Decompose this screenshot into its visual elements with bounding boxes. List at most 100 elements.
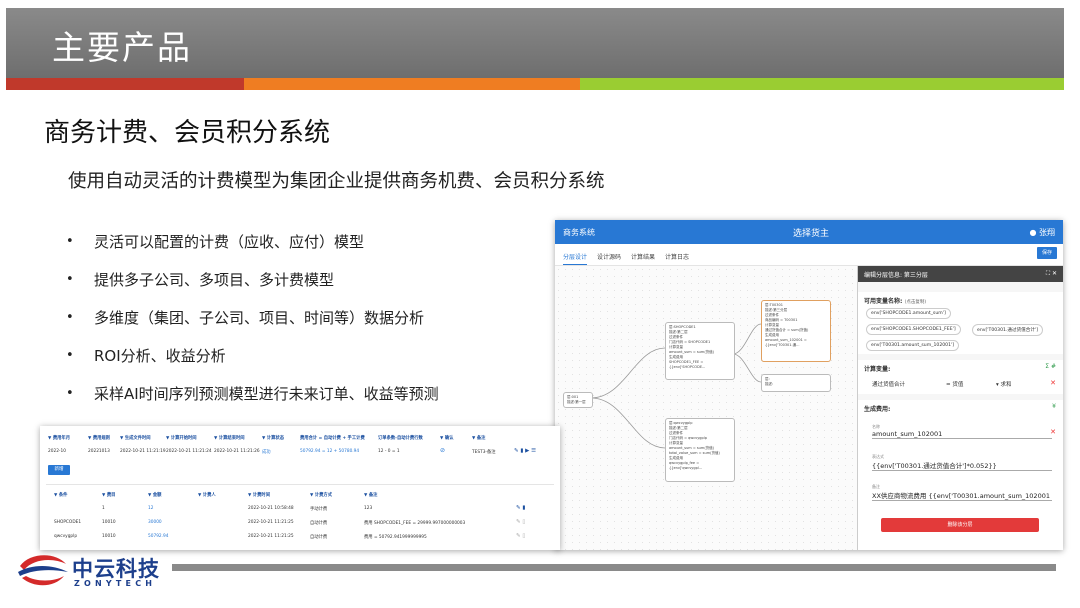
fee-expr-field[interactable]: 表达式 {{env['T00301.通过货值合计']*0.052}} bbox=[872, 454, 1052, 471]
billing-table-screenshot: ▼ 费用年月 ▼ 费用规则 ▼ 生成文件时间 ▼ 计算开始时间 ▼ 计算结束时间… bbox=[40, 426, 560, 550]
row-action-icons[interactable]: ✎ ▮ bbox=[516, 505, 525, 511]
row-action-icons[interactable]: ✎ ▯ bbox=[516, 533, 525, 539]
row-action-icons[interactable]: ✎ ▯ bbox=[516, 519, 525, 525]
layer-node-shopcode1[interactable]: 层:SHOPCODE1 描述:第二层 过滤条件 门店代码 = SHOPCODE1… bbox=[665, 322, 735, 380]
cell: qwcvygplp bbox=[54, 534, 78, 539]
var-chip[interactable]: env['SHOPCODE1.amount_sum'] bbox=[866, 308, 951, 319]
col-label: 计算状态 bbox=[266, 436, 284, 441]
node-line: 描述:第一层 bbox=[567, 400, 586, 404]
footer-bar bbox=[172, 564, 1056, 571]
cell: 10010 bbox=[102, 520, 116, 525]
col-header[interactable]: ▼ 计费人 bbox=[198, 492, 216, 498]
col-header: 费用合计 = 自动计费 + 手工计费 bbox=[300, 436, 365, 441]
save-button[interactable]: 保存 bbox=[1037, 247, 1057, 259]
panel-title: 编辑分层信息: 第三分层 bbox=[864, 272, 928, 279]
col-header[interactable]: ▼ 生成文件时间 bbox=[120, 435, 151, 441]
layer-node-qwcvygplp[interactable]: 层:qwcvygplp 描述:第二层 过滤条件 门店代码 = qwcvygplp… bbox=[665, 418, 735, 482]
col-header[interactable]: ▼ 费用年月 bbox=[48, 435, 70, 441]
remove-var-icon[interactable]: ✕ bbox=[1050, 379, 1056, 387]
feature-item: • 采样AI时间序列预测模型进行未来订单、收益等预测 bbox=[66, 382, 439, 420]
col-label: 费用年月 bbox=[52, 436, 70, 441]
feature-text: 采样AI时间序列预测模型进行未来订单、收益等预测 bbox=[94, 385, 439, 403]
cell: 12 - 0 = 1 bbox=[378, 449, 400, 454]
vars-label: 可用变量名称: bbox=[864, 298, 903, 305]
col-header[interactable]: ▼ 计费时间 bbox=[248, 492, 270, 498]
bullet-icon: • bbox=[66, 348, 74, 363]
delete-layer-button[interactable]: 删除该分层 bbox=[881, 518, 1039, 532]
node-line: amount_sum_102001 = {{env['T00301.通... bbox=[765, 338, 807, 347]
layer-node-empty[interactable]: 层: 描述: bbox=[761, 374, 831, 392]
accent-stripe-orange bbox=[244, 78, 580, 90]
app-header: 商务系统 选择货主 ● 张翔 bbox=[555, 220, 1063, 244]
table-row[interactable]: qwcvygplp 10010 50792.94 2022-10-21 11:2… bbox=[46, 531, 560, 542]
calc-var-agg[interactable]: ▾ 求和 bbox=[996, 380, 1012, 388]
add-fee-icon[interactable]: ¥ bbox=[1052, 403, 1056, 410]
calc-var-name[interactable]: 通过货值合计 bbox=[872, 380, 905, 388]
row-action-icons[interactable]: ✎ ▮ ▶ ☰ bbox=[514, 448, 536, 454]
panel-window-icons[interactable]: ⛶ ✕ bbox=[1046, 270, 1057, 278]
accent-stripe-red bbox=[6, 78, 244, 90]
calc-field[interactable]: 货值 bbox=[952, 382, 963, 388]
col-header[interactable]: ▼ 计费方式 bbox=[310, 492, 332, 498]
col-header[interactable]: ▼ 费目 bbox=[102, 492, 115, 498]
fee-label: 生成费用: bbox=[864, 406, 891, 413]
col-header[interactable]: ▼ 金额 bbox=[148, 492, 161, 498]
col-header[interactable]: ▼ 确认 bbox=[440, 435, 453, 441]
cell: 20221013 bbox=[88, 449, 110, 454]
feature-item: • 提供多子公司、多项目、多计费模型 bbox=[66, 268, 439, 306]
fee-note-field[interactable]: 备注 XX供应商物流费用 {{env['T00301.amount_sum_102… bbox=[872, 484, 1052, 501]
cell: 费用 SHOPCODE1_FEE = 29999.997000000003 bbox=[364, 521, 466, 526]
col-label: 金额 bbox=[152, 493, 162, 498]
tab-calc-log[interactable]: 计算日志 bbox=[665, 252, 689, 261]
table-header-row: ▼ 费用年月 ▼ 费用规则 ▼ 生成文件时间 ▼ 计算开始时间 ▼ 计算结束时间… bbox=[40, 432, 560, 443]
layer-node-t00301[interactable]: 层:T00301 描述:第三分层 过滤条件 商品编码 = T00301 计算变量… bbox=[761, 300, 831, 362]
new-button[interactable]: 新增 bbox=[48, 465, 70, 475]
tab-design-source[interactable]: 设计源码 bbox=[597, 252, 621, 261]
col-header[interactable]: ▼ 计算开始时间 bbox=[166, 435, 197, 441]
owner-selector[interactable]: 选择货主 bbox=[793, 226, 829, 239]
tab-calc-result[interactable]: 计算结果 bbox=[631, 252, 655, 261]
table-row[interactable]: 1 12 2022-10-21 10:58:48 手动计费 123 ✎ ▮ bbox=[46, 503, 560, 514]
col-label: 条件 bbox=[58, 493, 68, 498]
cell: 2022-10-21 11:21:25 bbox=[248, 520, 294, 525]
col-header[interactable]: ▼ 备注 bbox=[364, 492, 377, 498]
var-chip[interactable]: env['T00301.amount_sum_102001'] bbox=[866, 340, 960, 351]
col-label: 备注 bbox=[368, 493, 378, 498]
user-name: 张翔 bbox=[1039, 228, 1055, 237]
table-row[interactable]: 2022-10 20221013 2022-10-21 11:21:19 202… bbox=[40, 446, 560, 457]
col-header[interactable]: ▼ 备注 bbox=[472, 435, 485, 441]
billing-app-screenshot: 商务系统 选择货主 ● 张翔 分层设计 设计源码 计算结果 计算日志 保存 层:… bbox=[555, 220, 1063, 550]
add-var-icon[interactable]: Σ # bbox=[1045, 363, 1056, 370]
feature-text: ROI分析、收益分析 bbox=[94, 347, 226, 365]
col-label: 计费人 bbox=[202, 493, 216, 498]
var-chip[interactable]: env['SHOPCODE1.SHOPCODE1_FEE'] bbox=[866, 324, 961, 335]
status-badge: 成功 bbox=[262, 450, 271, 455]
col-header[interactable]: ▼ 计算状态 bbox=[262, 435, 284, 441]
calc-eq: = bbox=[946, 382, 951, 388]
bullet-icon: • bbox=[66, 272, 74, 287]
col-header[interactable]: ▼ 条件 bbox=[54, 492, 67, 498]
layer-node-root[interactable]: 层:001 描述:第一层 bbox=[563, 392, 593, 408]
detail-header-row: ▼ 条件 ▼ 费目 ▼ 金额 ▼ 计费人 ▼ 计费时间 ▼ 计费方式 ▼ 备注 bbox=[46, 489, 560, 500]
confirm-icon[interactable]: ⊘ bbox=[440, 447, 445, 454]
logo-mark-icon bbox=[18, 555, 68, 586]
feature-text: 多维度（集团、子公司、项目、时间等）数据分析 bbox=[94, 309, 425, 327]
cell: 2022-10-21 11:21:25 bbox=[248, 534, 294, 539]
section-heading: 商务计费、会员积分系统 bbox=[44, 118, 331, 148]
col-label: 费目 bbox=[106, 493, 116, 498]
vars-hint: (点击复制) bbox=[904, 300, 927, 305]
cell: TEST3-备注 bbox=[472, 450, 496, 455]
col-label: 确认 bbox=[444, 436, 454, 441]
col-header[interactable]: ▼ 费用规则 bbox=[88, 435, 110, 441]
table-row[interactable]: SHOPCODE1 10010 30000 2022-10-21 11:21:2… bbox=[46, 517, 560, 528]
node-line: SHOPCODE1_FEE = {{env['SHOPCODE... bbox=[669, 360, 706, 369]
user-menu[interactable]: ● 张翔 bbox=[1029, 227, 1055, 238]
fee-name-field[interactable]: 名称 amount_sum_102001 bbox=[872, 424, 1052, 439]
cell: 手动计费 bbox=[310, 507, 328, 512]
cell: 10010 bbox=[102, 534, 116, 539]
field-value: {{env['T00301.通过货值合计']*0.052}} bbox=[872, 462, 997, 470]
var-chip[interactable]: env['T00301.通过货值合计'] bbox=[972, 324, 1044, 336]
col-header[interactable]: ▼ 计算结束时间 bbox=[214, 435, 245, 441]
calc-var-eq: = 货值 bbox=[946, 380, 963, 388]
tab-layer-design[interactable]: 分层设计 bbox=[563, 252, 588, 265]
